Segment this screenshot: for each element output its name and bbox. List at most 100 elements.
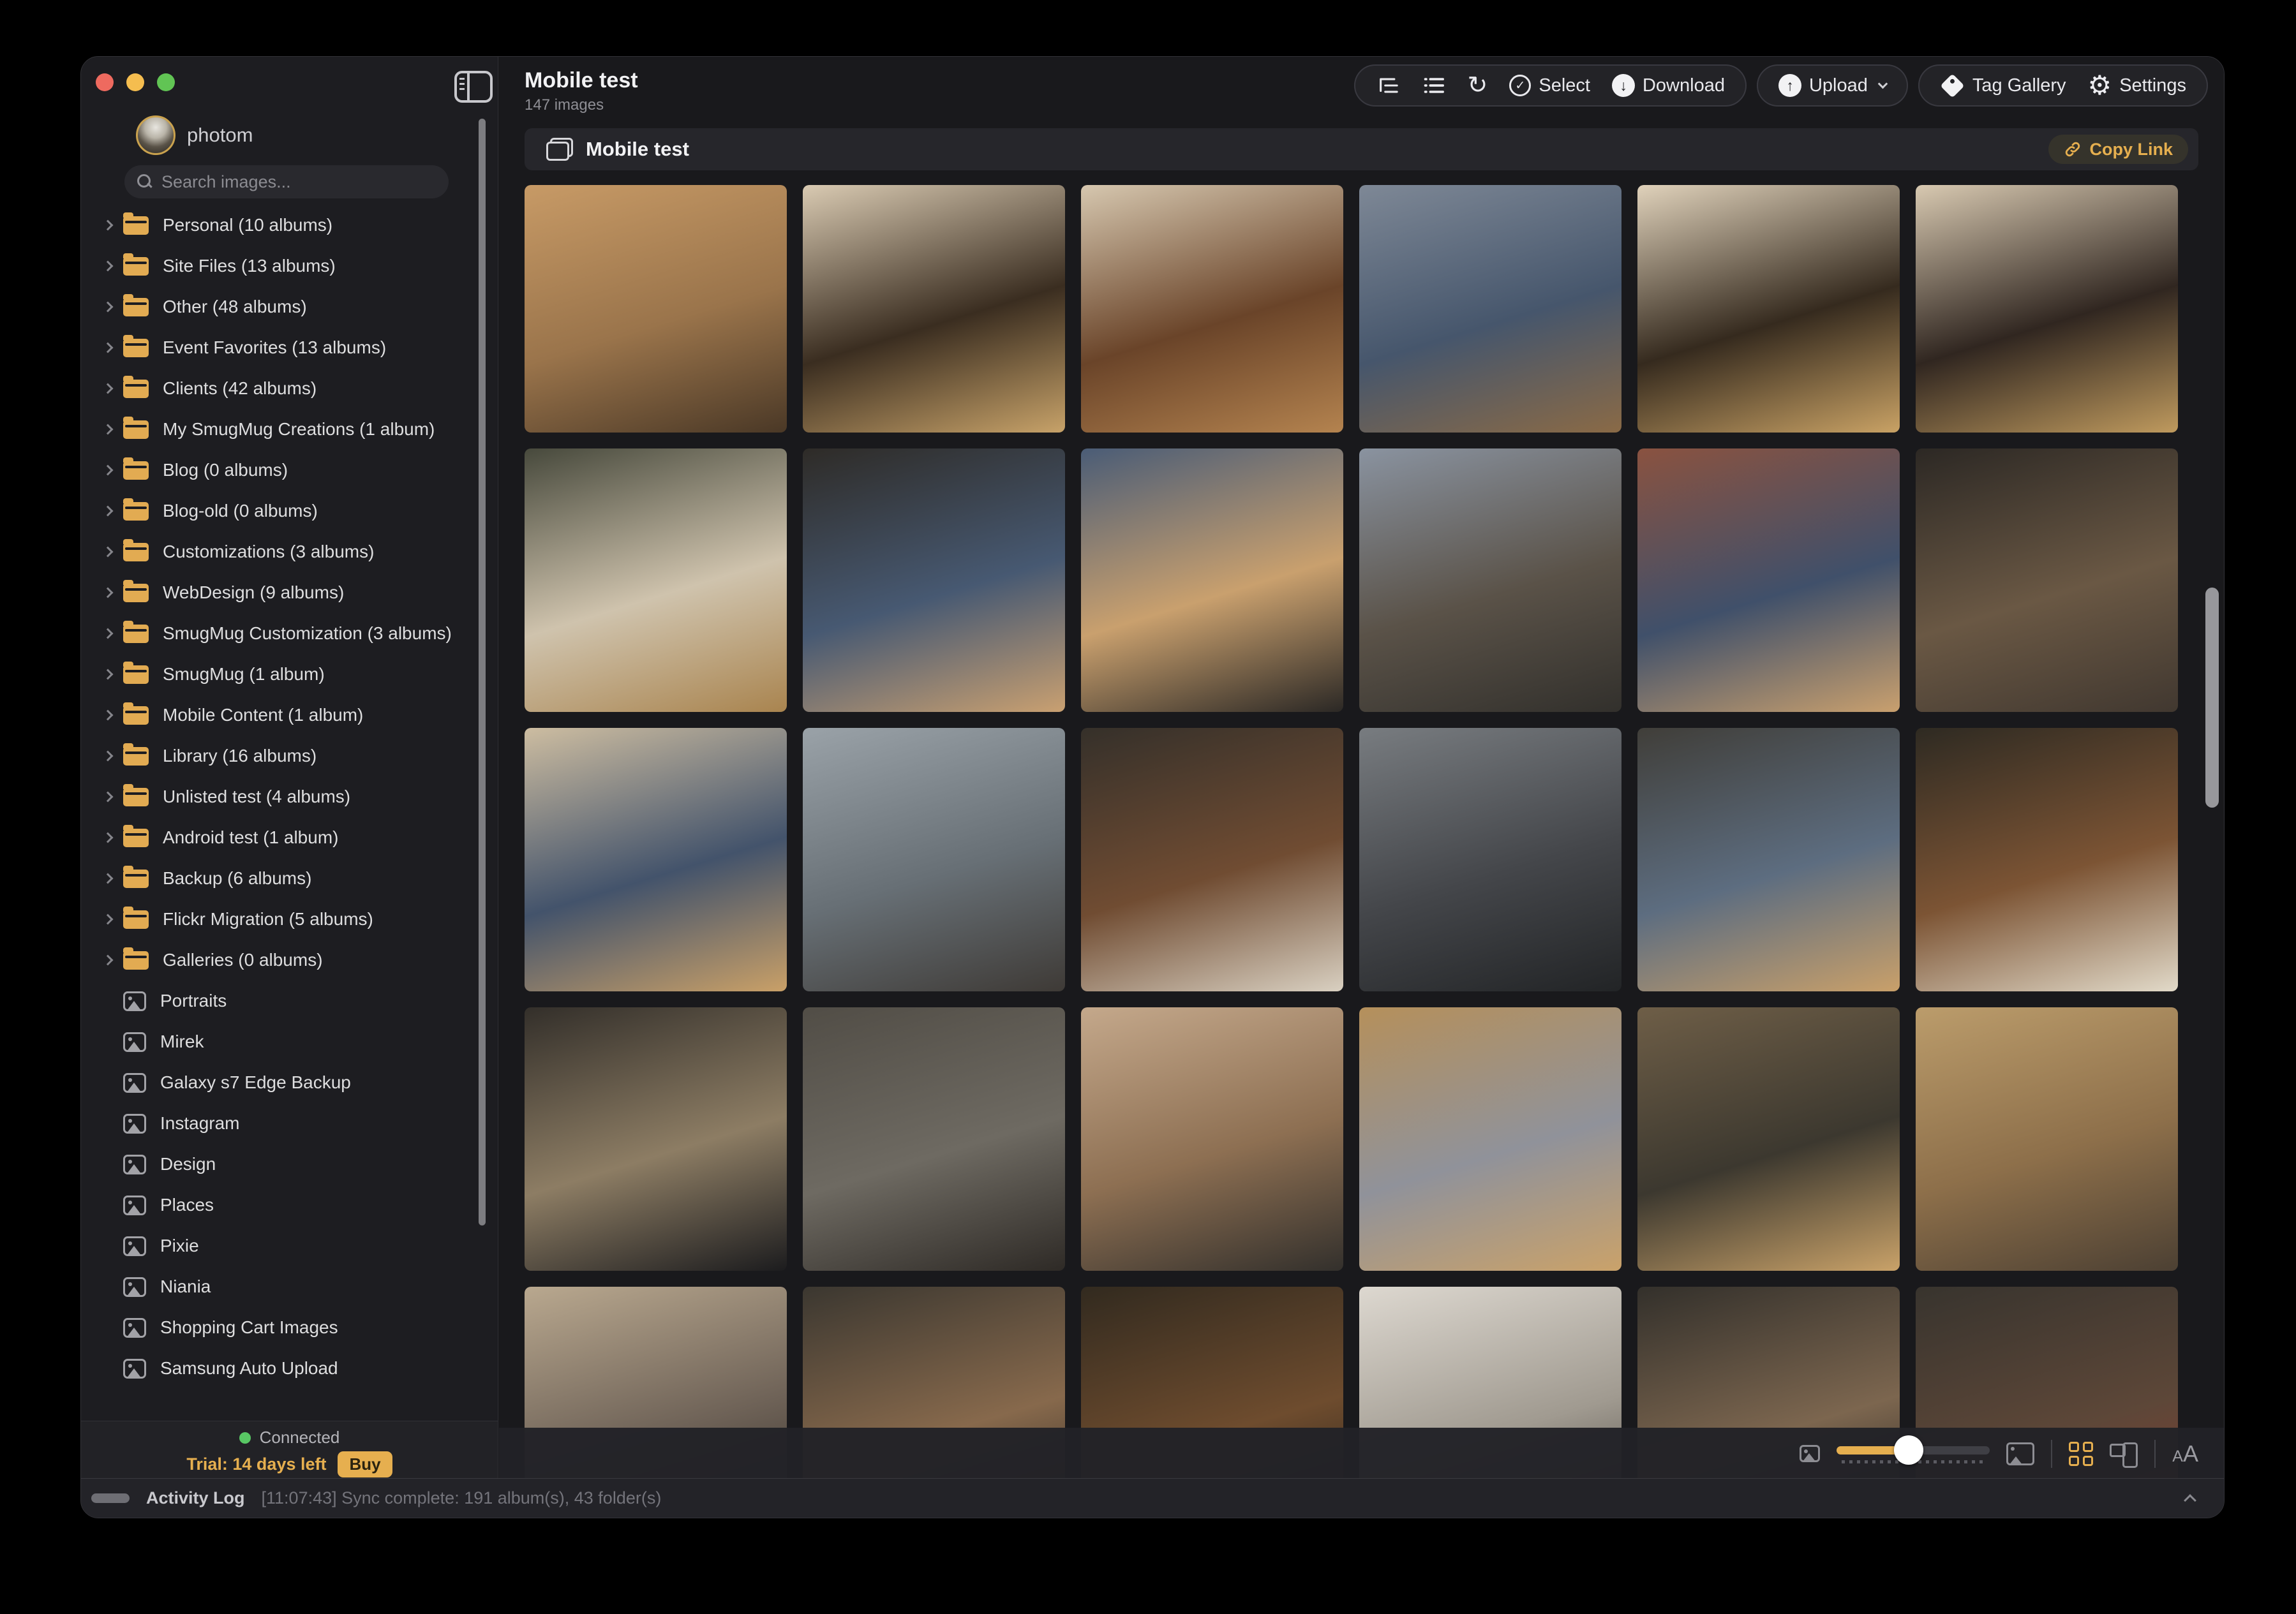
sidebar-item-design[interactable]: Design xyxy=(81,1144,489,1185)
text-size-button[interactable]: AA xyxy=(2172,1440,2198,1467)
sidebar-item-clients-42-albums[interactable]: Clients (42 albums) xyxy=(81,368,489,409)
sidebar-item-customizations-3-albums[interactable]: Customizations (3 albums) xyxy=(81,531,489,572)
sidebar-scrollbar[interactable] xyxy=(479,119,486,1225)
sidebar-item-webdesign-9-albums[interactable]: WebDesign (9 albums) xyxy=(81,572,489,613)
chevron-right-icon[interactable] xyxy=(103,588,114,598)
chevron-right-icon[interactable] xyxy=(103,914,114,925)
chevron-right-icon[interactable] xyxy=(103,506,114,517)
chevron-right-icon[interactable] xyxy=(103,792,114,803)
photo-thumbnail-jars-plant-window[interactable] xyxy=(525,448,787,712)
sidebar-item-my-smugmug-creations-1-album[interactable]: My SmugMug Creations (1 album) xyxy=(81,409,489,450)
chevron-right-icon[interactable] xyxy=(103,261,114,272)
photo-thumbnail-man-dog-2[interactable] xyxy=(1081,448,1343,712)
photo-thumbnail-bottles-wood-box[interactable] xyxy=(1081,728,1343,991)
sidebar-item-flickr-migration-5-albums[interactable]: Flickr Migration (5 albums) xyxy=(81,899,489,940)
photo-thumbnail-hand-card-reader[interactable] xyxy=(1359,185,1621,433)
photo-thumbnail-clippers-tools[interactable] xyxy=(1359,728,1621,991)
photo-thumbnail-man-dog-armchair[interactable] xyxy=(1637,728,1900,991)
photo-thumbnail-product-shelf[interactable] xyxy=(1637,1007,1900,1271)
sidebar-item-personal-10-albums[interactable]: Personal (10 albums) xyxy=(81,205,489,246)
sidebar-item-backup-6-albums[interactable]: Backup (6 albums) xyxy=(81,858,489,899)
sidebar-item-blog-old-0-albums[interactable]: Blog-old (0 albums) xyxy=(81,491,489,531)
chevron-right-icon[interactable] xyxy=(103,383,114,394)
sidebar-item-instagram[interactable]: Instagram xyxy=(81,1103,489,1144)
sidebar-item-mirek[interactable]: Mirek xyxy=(81,1021,489,1062)
chevron-right-icon[interactable] xyxy=(103,628,114,639)
photo-thumbnail-board-comb-scissors[interactable] xyxy=(1359,1007,1621,1271)
slider-thumb[interactable] xyxy=(1894,1435,1923,1465)
search-input[interactable] xyxy=(161,172,436,192)
photo-thumbnail-barber-crouching-dog[interactable] xyxy=(1359,448,1621,712)
thumbnail-size-slider[interactable] xyxy=(1837,1435,1990,1473)
chevron-right-icon[interactable] xyxy=(103,424,114,435)
content-scrollbar[interactable] xyxy=(2205,588,2219,808)
chevron-right-icon[interactable] xyxy=(103,710,114,721)
sidebar-item-unlisted-test-4-albums[interactable]: Unlisted test (4 albums) xyxy=(81,776,489,817)
photo-thumbnail-jars-crate-2[interactable] xyxy=(1916,185,2178,433)
chevron-up-icon[interactable] xyxy=(2184,1494,2196,1507)
photo-thumbnail-jars-wooden-box[interactable] xyxy=(803,185,1065,433)
photo-thumbnail-dog-closeup[interactable] xyxy=(525,185,787,433)
sidebar-item-places[interactable]: Places xyxy=(81,1185,489,1225)
sidebar-item-galaxy-s7-edge-backup[interactable]: Galaxy s7 Edge Backup xyxy=(81,1062,489,1103)
account-row[interactable]: photom xyxy=(136,115,253,155)
select-button[interactable]: ✓ Select xyxy=(1509,75,1590,96)
search-box[interactable] xyxy=(124,165,449,198)
sidebar-item-portraits[interactable]: Portraits xyxy=(81,981,489,1021)
sidebar-item-samsung-auto-upload[interactable]: Samsung Auto Upload xyxy=(81,1348,489,1381)
toggle-sidebar-icon[interactable] xyxy=(454,71,493,103)
photo-thumbnail-man-playing-with-dog[interactable] xyxy=(525,728,787,991)
photo-thumbnail-man-armchair-dark[interactable] xyxy=(1916,448,2178,712)
photo-thumbnail-amber-bottles-row[interactable] xyxy=(1916,728,2178,991)
photo-thumbnail-tablet-on-tripod[interactable] xyxy=(525,1007,787,1271)
sidebar-item-label: Event Favorites (13 albums) xyxy=(163,337,386,358)
photo-thumbnail-man-dog-brick-wall[interactable] xyxy=(1637,448,1900,712)
photo-thumbnail-filming-setup[interactable] xyxy=(803,1007,1065,1271)
sidebar-item-pixie[interactable]: Pixie xyxy=(81,1225,489,1266)
sidebar-item-niania[interactable]: Niania xyxy=(81,1266,489,1307)
drag-handle[interactable] xyxy=(91,1493,130,1503)
refresh-button[interactable]: ↻ xyxy=(1468,73,1488,98)
sidebar-item-library-16-albums[interactable]: Library (16 albums) xyxy=(81,736,489,776)
minimize-window-button[interactable] xyxy=(126,73,144,91)
photo-thumbnail-hands-jar-tiled-wall[interactable] xyxy=(1081,1007,1343,1271)
close-window-button[interactable] xyxy=(96,73,114,91)
photo-thumbnail-amber-pump-bottles[interactable] xyxy=(1081,185,1343,433)
photo-thumbnail-jars-crate-bright[interactable] xyxy=(1637,185,1900,433)
sidebar-item-blog-0-albums[interactable]: Blog (0 albums) xyxy=(81,450,489,491)
settings-button[interactable]: ⚙ Settings xyxy=(2088,72,2186,99)
photo-thumbnail-hands-wooden-box[interactable] xyxy=(1916,1007,2178,1271)
buy-button[interactable]: Buy xyxy=(338,1451,392,1477)
photo-thumbnail-profile-portrait[interactable] xyxy=(803,728,1065,991)
collage-layout-button[interactable] xyxy=(2110,1442,2138,1465)
sidebar-item-event-favorites-13-albums[interactable]: Event Favorites (13 albums) xyxy=(81,327,489,368)
zoom-window-button[interactable] xyxy=(157,73,175,91)
sidebar-item-smugmug-customization-3-albums[interactable]: SmugMug Customization (3 albums) xyxy=(81,613,489,654)
sidebar-item-other-48-albums[interactable]: Other (48 albums) xyxy=(81,286,489,327)
chevron-right-icon[interactable] xyxy=(103,547,114,558)
chevron-right-icon[interactable] xyxy=(103,669,114,680)
chevron-right-icon[interactable] xyxy=(103,302,114,313)
chevron-right-icon[interactable] xyxy=(103,343,114,353)
download-button[interactable]: ↓ Download xyxy=(1612,74,1725,97)
upload-button[interactable]: ↑ Upload xyxy=(1778,74,1886,97)
refresh-icon: ↻ xyxy=(1468,73,1488,98)
sidebar-item-android-test-1-album[interactable]: Android test (1 album) xyxy=(81,817,489,858)
photo-thumbnail-man-holding-dog[interactable] xyxy=(803,448,1065,712)
sidebar-item-galleries-0-albums[interactable]: Galleries (0 albums) xyxy=(81,940,489,981)
copy-link-button[interactable]: Copy Link xyxy=(2048,135,2188,164)
grid-layout-button[interactable] xyxy=(2069,1442,2093,1466)
chevron-right-icon[interactable] xyxy=(103,220,114,231)
sidebar-item-site-files-13-albums[interactable]: Site Files (13 albums) xyxy=(81,246,489,286)
list-view-button[interactable] xyxy=(1422,75,1446,96)
chevron-right-icon[interactable] xyxy=(103,465,114,476)
tag-gallery-button[interactable]: Tag Gallery xyxy=(1940,75,2066,96)
chevron-right-icon[interactable] xyxy=(103,751,114,762)
tree-view-button[interactable] xyxy=(1376,75,1400,96)
sidebar-item-mobile-content-1-album[interactable]: Mobile Content (1 album) xyxy=(81,695,489,736)
sidebar-item-smugmug-1-album[interactable]: SmugMug (1 album) xyxy=(81,654,489,695)
chevron-right-icon[interactable] xyxy=(103,955,114,966)
chevron-right-icon[interactable] xyxy=(103,873,114,884)
chevron-right-icon[interactable] xyxy=(103,833,114,843)
sidebar-item-shopping-cart-images[interactable]: Shopping Cart Images xyxy=(81,1307,489,1348)
